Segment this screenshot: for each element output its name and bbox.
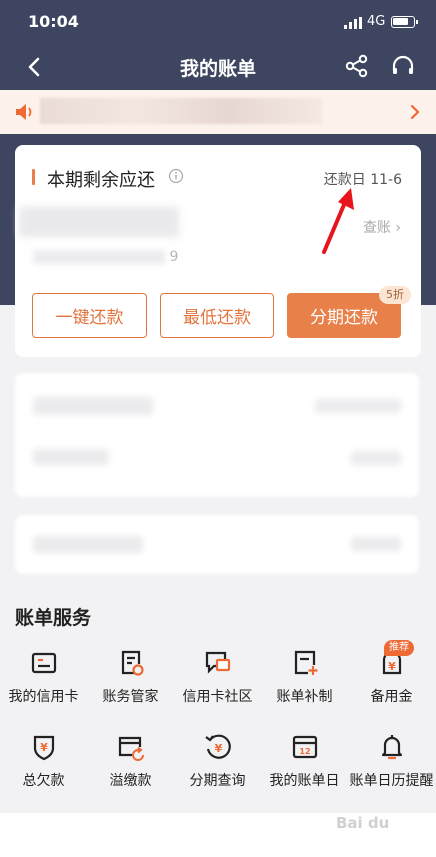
bill-sub-suffix: 9	[169, 249, 179, 265]
service-item-my-credit-card[interactable]: 我的信用卡	[0, 648, 87, 712]
title-accent-bar	[32, 169, 35, 185]
credit-card-icon	[31, 652, 57, 674]
signal-icon	[344, 17, 362, 29]
status-time: 10:04	[28, 12, 79, 31]
blurred-block	[33, 397, 153, 415]
bill-card: 本期剩余应还 还款日 11-6 9 查账 › 一键还款 最低还款 分期还款 5折	[15, 145, 421, 357]
overpayment-icon	[118, 736, 144, 761]
notice-bar[interactable]	[0, 90, 436, 134]
annotation-arrow-icon	[322, 188, 354, 254]
service-item-overpayment[interactable]: 溢缴款	[87, 732, 174, 796]
battery-icon	[391, 16, 418, 28]
discount-badge: 5折	[379, 286, 411, 304]
minimum-payment-button[interactable]: 最低还款	[160, 293, 274, 338]
service-item-installment-query[interactable]: ¥ 分期查询	[174, 732, 261, 796]
page-title: 我的账单	[179, 58, 256, 80]
service-item-account-manager[interactable]: 账务管家	[87, 648, 174, 712]
blurred-text	[33, 250, 165, 264]
blurred-block	[351, 451, 401, 465]
share-icon[interactable]	[344, 53, 370, 79]
pay-all-button[interactable]: 一键还款	[32, 293, 147, 338]
check-bill-link[interactable]: 查账 ›	[363, 217, 401, 237]
community-icon	[205, 651, 231, 674]
blurred-block	[33, 449, 109, 465]
speaker-icon	[16, 104, 32, 120]
blurred-card	[15, 515, 419, 574]
notice-text	[40, 98, 322, 124]
blurred-card	[15, 373, 419, 497]
svg-text:¥: ¥	[388, 660, 396, 673]
bill-sub-info: 9	[33, 249, 178, 265]
installment-query-icon: ¥	[205, 734, 231, 759]
headset-icon[interactable]	[390, 53, 416, 79]
service-label: 备用金	[370, 689, 413, 705]
account-manager-icon	[121, 650, 144, 676]
bill-card-title: 本期剩余应还	[47, 170, 155, 191]
service-item-my-bill-day[interactable]: 12 我的账单日	[261, 732, 348, 796]
remaining-amount	[19, 207, 179, 237]
chevron-right-icon[interactable]	[406, 102, 424, 122]
service-item-bill-calendar-reminder[interactable]: 账单日历提醒	[348, 732, 435, 796]
service-item-reserve-fund[interactable]: ¥ 备用金	[348, 648, 435, 712]
svg-text:¥: ¥	[215, 742, 223, 755]
svg-text:12: 12	[299, 747, 310, 756]
blurred-block	[315, 399, 401, 413]
svg-text:¥: ¥	[40, 741, 48, 754]
info-icon[interactable]	[168, 168, 184, 184]
service-item-bill-reissue[interactable]: 账单补制	[261, 648, 348, 712]
bell-icon	[381, 735, 403, 760]
network-type: 4G	[367, 14, 386, 29]
nav-bar: 我的账单	[0, 44, 436, 90]
service-item-community[interactable]: 信用卡社区	[174, 648, 261, 712]
blurred-block	[33, 536, 143, 553]
recommend-badge: 推荐	[384, 640, 414, 656]
calendar-icon: 12	[292, 735, 318, 759]
blurred-block	[351, 537, 401, 551]
service-label: 账单日历提醒	[349, 773, 434, 789]
status-bar: 10:04 4G	[0, 0, 436, 44]
bill-reissue-icon	[294, 650, 318, 675]
services-title: 账单服务	[15, 607, 92, 629]
total-debt-icon: ¥	[33, 735, 55, 761]
service-item-total-debt[interactable]: ¥ 总欠款	[0, 732, 87, 796]
watermark-text: Bai du	[336, 814, 390, 832]
